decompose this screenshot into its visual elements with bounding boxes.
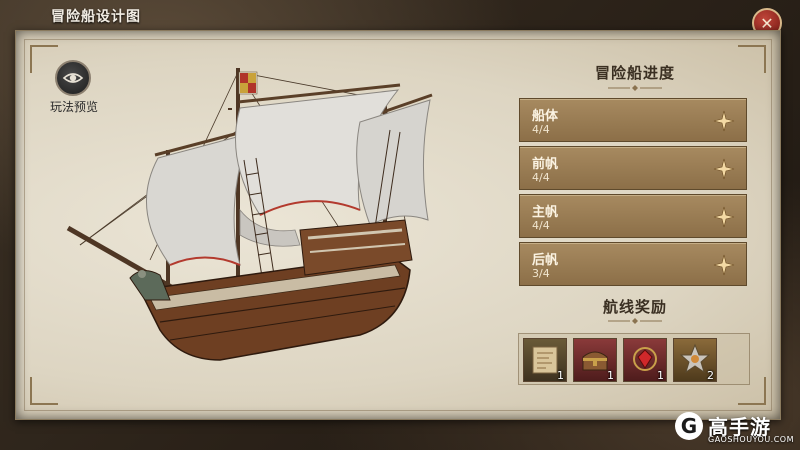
reward-item-gem[interactable]: 1: [623, 338, 667, 382]
progress-value: 4/4: [532, 219, 550, 232]
reward-item-medal[interactable]: 2: [673, 338, 717, 382]
progress-value: 3/4: [532, 267, 550, 280]
progress-row-aftsail[interactable]: 后帆 3/4: [519, 242, 747, 286]
compass-star-icon: [712, 253, 736, 277]
progress-row-foresail[interactable]: 前帆 4/4: [519, 146, 747, 190]
reward-count: 1: [607, 369, 614, 382]
progress-name: 主帆: [532, 205, 559, 220]
progress-name: 船体: [532, 109, 559, 124]
progress-row-mainsail[interactable]: 主帆 4/4: [519, 194, 747, 238]
reward-item-chest[interactable]: 1: [573, 338, 617, 382]
reward-item-map[interactable]: 1: [523, 338, 567, 382]
title-ornament: [608, 85, 662, 91]
progress-name: 前帆: [532, 157, 559, 172]
watermark: G 高手游 GAOSHOUYOU.COM: [672, 408, 798, 448]
compass-star-icon: [712, 205, 736, 229]
progress-row-hull[interactable]: 船体 4/4: [519, 98, 747, 142]
compass-star-icon: [712, 109, 736, 133]
corner-ornament: [738, 45, 766, 73]
progress-value: 4/4: [532, 123, 550, 136]
watermark-logo: G: [675, 412, 703, 440]
ship-illustration: [66, 68, 433, 361]
progress-list: 船体 4/4 前帆 4/4 主帆 4/4 后帆 3/4: [519, 98, 747, 290]
compass-star-icon: [712, 157, 736, 181]
rewards-title: 航线奖励: [602, 298, 667, 316]
watermark-url: GAOSHOUYOU.COM: [708, 435, 795, 444]
reward-count: 1: [657, 369, 664, 382]
corner-ornament: [30, 377, 58, 405]
reward-count: 2: [707, 369, 714, 382]
title-ornament: [608, 318, 662, 324]
progress-title: 冒险船进度: [594, 64, 675, 82]
rewards-strip: 1 1 1 2: [518, 333, 750, 385]
progress-name: 后帆: [532, 253, 559, 268]
progress-value: 4/4: [532, 171, 550, 184]
reward-count: 1: [557, 369, 564, 382]
page-title: 冒险船设计图: [51, 9, 141, 25]
corner-ornament: [30, 45, 58, 73]
